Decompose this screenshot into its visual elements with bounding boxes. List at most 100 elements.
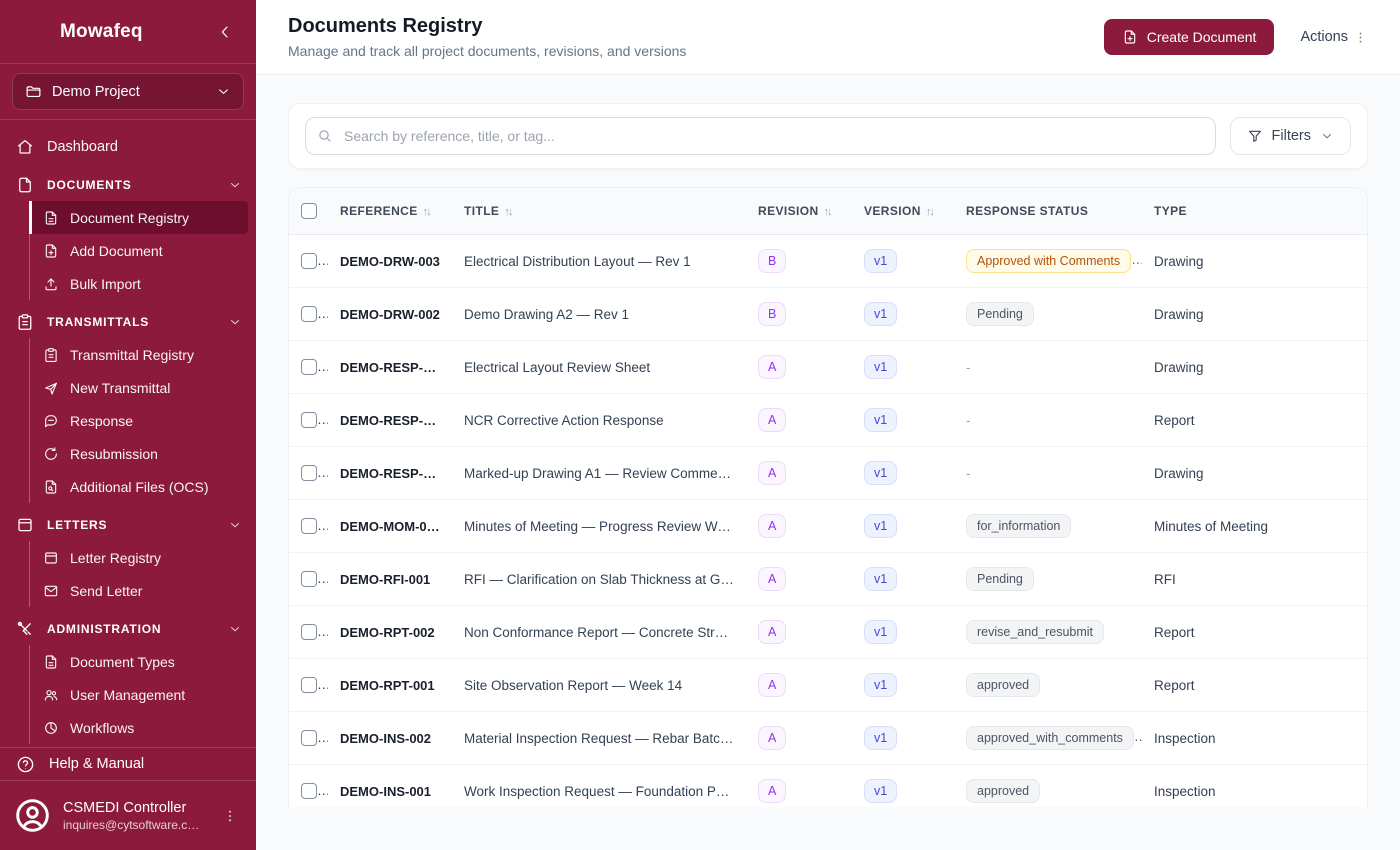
row-checkbox[interactable] <box>301 412 317 429</box>
cell-reference[interactable]: DEMO-DRW-003 <box>328 234 452 288</box>
cell-reference[interactable]: DEMO-RFI-001 <box>328 552 452 606</box>
sidebar-item-dashboard[interactable]: Dashboard <box>0 130 256 163</box>
sidebar-section-letters[interactable]: LETTERS <box>0 508 256 541</box>
sidebar-item-label: Workflows <box>70 719 135 736</box>
cell-revision: A <box>746 605 852 659</box>
column-header-title[interactable]: Title ↑↓ <box>452 188 746 235</box>
sidebar-item-document-types[interactable]: Document Types <box>30 645 256 678</box>
chevron-down-icon <box>228 518 242 532</box>
search-box <box>305 117 1216 155</box>
user-email: inquires@cytsoftware.c… <box>63 817 200 832</box>
cell-reference[interactable]: DEMO-RESP-001 <box>328 446 452 500</box>
sidebar-item-label: Transmittal Registry <box>70 346 194 363</box>
cell-title[interactable]: Work Inspection Request — Foundation Pou… <box>452 764 746 807</box>
row-checkbox[interactable] <box>301 677 317 694</box>
select-all-checkbox[interactable] <box>301 203 317 219</box>
column-header-revision[interactable]: Revision ↑↓ <box>746 188 852 235</box>
row-checkbox[interactable] <box>301 730 317 747</box>
cell-type: Drawing <box>1142 446 1367 500</box>
row-checkbox[interactable] <box>301 253 317 270</box>
cell-type: RFI <box>1142 552 1367 606</box>
cell-title[interactable]: Electrical Distribution Layout — Rev 1 <box>452 234 746 288</box>
status-badge: revise_and_resubmit <box>966 619 1105 645</box>
status-empty: - <box>966 412 971 428</box>
cell-reference[interactable]: DEMO-INS-002 <box>328 711 452 765</box>
version-badge: v1 <box>864 619 898 645</box>
file-search-icon <box>43 479 59 495</box>
row-checkbox[interactable] <box>301 571 317 588</box>
status-badge: Approved with Comments <box>966 248 1132 274</box>
cell-reference[interactable]: DEMO-INS-001 <box>328 764 452 807</box>
filters-button[interactable]: Filters <box>1229 117 1351 155</box>
user-meta: CSMEDI Controller inquires@cytsoftware.c… <box>63 800 206 832</box>
cell-title[interactable]: Demo Drawing A2 — Rev 1 <box>452 287 746 341</box>
sidebar-item-letter-registry[interactable]: Letter Registry <box>30 541 256 574</box>
sidebar-collapse-button[interactable] <box>216 23 234 41</box>
cell-title[interactable]: Site Observation Report — Week 14 <box>452 658 746 712</box>
project-selector[interactable]: Demo Project <box>12 73 244 110</box>
users-icon <box>43 687 59 703</box>
funnel-icon <box>1247 128 1263 144</box>
cell-response-status: Approved with Comments <box>954 234 1142 288</box>
cell-title[interactable]: RFI — Clarification on Slab Thickness at… <box>452 552 746 606</box>
row-checkbox[interactable] <box>301 783 317 800</box>
sidebar-item-response[interactable]: Response <box>30 404 256 437</box>
cell-version: v1 <box>852 340 954 394</box>
cell-title[interactable]: Non Conformance Report — Concrete Streng… <box>452 605 746 659</box>
user-menu-kebab-icon[interactable] <box>218 804 242 828</box>
sidebar-section-administration[interactable]: ADMINISTRATION <box>0 612 256 645</box>
cell-revision: A <box>746 711 852 765</box>
cell-type: Report <box>1142 605 1367 659</box>
sidebar-item-resubmission[interactable]: Resubmission <box>30 437 256 470</box>
cell-title[interactable]: Marked-up Drawing A1 — Review Comments <box>452 446 746 500</box>
row-checkbox[interactable] <box>301 624 317 641</box>
user-account-row[interactable]: CSMEDI Controller inquires@cytsoftware.c… <box>0 781 256 850</box>
search-input[interactable] <box>305 117 1216 155</box>
cell-revision: A <box>746 446 852 500</box>
table-row: DEMO-RFI-001 RFI — Clarification on Slab … <box>289 552 1367 606</box>
sidebar-item-bulk-import[interactable]: Bulk Import <box>30 267 256 300</box>
cell-reference[interactable]: DEMO-RESP-002 <box>328 393 452 447</box>
sidebar-item-workflows[interactable]: Workflows <box>30 711 256 744</box>
cell-title[interactable]: NCR Corrective Action Response <box>452 393 746 447</box>
revision-badge: A <box>758 778 787 804</box>
help-manual-label: Help & Manual <box>49 756 145 772</box>
column-header-reference[interactable]: Reference ↑↓ <box>328 188 452 235</box>
sidebar-section-transmittals[interactable]: TRANSMITTALS <box>0 305 256 338</box>
version-badge: v1 <box>864 566 898 592</box>
sidebar-item-label: Add Document <box>70 242 163 259</box>
cell-reference[interactable]: DEMO-RESP-003 <box>328 340 452 394</box>
sidebar-item-send-letter[interactable]: Send Letter <box>30 574 256 607</box>
sidebar: Mowafeq Demo Project Dashboard DOCUMENTS D… <box>0 0 256 850</box>
actions-button[interactable]: Actions <box>1300 29 1368 45</box>
sidebar-item-transmittal-registry[interactable]: Transmittal Registry <box>30 338 256 371</box>
sidebar-section-documents[interactable]: DOCUMENTS <box>0 168 256 201</box>
cell-title[interactable]: Electrical Layout Review Sheet <box>452 340 746 394</box>
sidebar-item-additional-files-ocs-[interactable]: Additional Files (OCS) <box>30 470 256 503</box>
help-manual-button[interactable]: Help & Manual <box>0 747 256 781</box>
sidebar-item-add-document[interactable]: Add Document <box>30 234 256 267</box>
row-checkbox[interactable] <box>301 306 317 323</box>
column-header-version[interactable]: Version ↑↓ <box>852 188 954 235</box>
status-badge: approved <box>966 778 1041 804</box>
cell-reference[interactable]: DEMO-MOM-001 <box>328 499 452 553</box>
cell-title[interactable]: Minutes of Meeting — Progress Review Wee… <box>452 499 746 553</box>
cell-version: v1 <box>852 658 954 712</box>
cell-title[interactable]: Material Inspection Request — Rebar Batc… <box>452 711 746 765</box>
row-checkbox[interactable] <box>301 465 317 482</box>
sidebar-item-user-management[interactable]: User Management <box>30 678 256 711</box>
kebab-menu-icon <box>1353 30 1368 45</box>
home-icon <box>16 138 34 156</box>
cell-response-status: approved <box>954 658 1142 712</box>
cell-revision: A <box>746 393 852 447</box>
row-checkbox[interactable] <box>301 359 317 376</box>
sidebar-item-new-transmittal[interactable]: New Transmittal <box>30 371 256 404</box>
create-document-button[interactable]: Create Document <box>1103 19 1275 55</box>
cell-reference[interactable]: DEMO-RPT-002 <box>328 605 452 659</box>
sidebar-item-document-registry[interactable]: Document Registry <box>29 201 248 234</box>
cell-reference[interactable]: DEMO-DRW-002 <box>328 287 452 341</box>
search-icon <box>317 128 333 144</box>
table-row: DEMO-DRW-003 Electrical Distribution Layo… <box>289 234 1367 288</box>
cell-reference[interactable]: DEMO-RPT-001 <box>328 658 452 712</box>
row-checkbox[interactable] <box>301 518 317 535</box>
